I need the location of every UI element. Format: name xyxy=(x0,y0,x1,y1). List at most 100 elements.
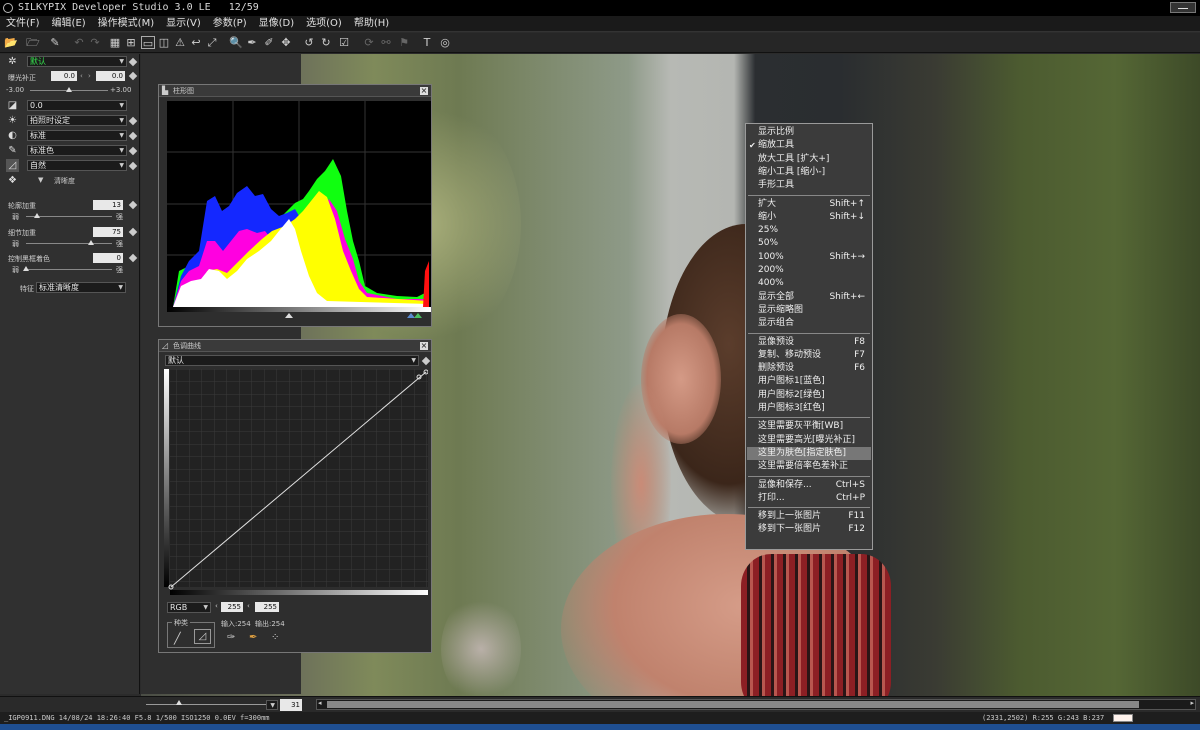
curve-icon[interactable]: ◿ xyxy=(6,159,19,172)
minimize-button[interactable] xyxy=(1170,2,1196,13)
context-menu-item[interactable]: 删除预设 F6 xyxy=(747,362,871,375)
style-diamond-icon[interactable] xyxy=(128,161,138,171)
palette-icon[interactable]: ◎ xyxy=(438,36,452,49)
exposure-input-left[interactable]: 0.0 xyxy=(51,71,77,81)
context-menu-item[interactable]: 缩小工具 [缩小-] xyxy=(747,166,871,179)
redo-icon[interactable]: ↷ xyxy=(88,36,102,49)
rotate-left-icon[interactable]: ↺ xyxy=(302,36,316,49)
menu-options[interactable]: 选项(O) xyxy=(300,16,348,32)
preset-diamond-icon[interactable] xyxy=(128,57,138,67)
back-icon[interactable]: ↩ xyxy=(189,36,203,49)
text-tool-icon[interactable]: T xyxy=(420,36,434,49)
curve-value-b[interactable]: 255 xyxy=(255,602,279,612)
dropper-icon[interactable]: ✒ xyxy=(245,36,259,49)
single-view-icon[interactable]: ▭ xyxy=(141,36,155,50)
detail-slider[interactable] xyxy=(26,243,112,244)
context-menu-item[interactable]: 这里需要高光[曝光补正] xyxy=(747,434,871,447)
exposure-diamond-icon[interactable] xyxy=(128,71,138,81)
context-menu-item[interactable]: 放大工具 [扩大+] xyxy=(747,153,871,166)
scroll-left-icon[interactable]: ◂ xyxy=(318,699,322,707)
preset-dropdown[interactable]: 默认 xyxy=(27,56,127,67)
spin-right-icon[interactable]: › xyxy=(88,72,91,80)
context-menu-item[interactable]: 显像预设 F8 xyxy=(747,336,871,349)
tag-icon[interactable]: ⚑ xyxy=(397,36,411,49)
context-menu-item[interactable]: 复制、移动预设 F7 xyxy=(747,349,871,362)
warning-icon[interactable]: ⚠ xyxy=(173,36,187,49)
false-color-input[interactable]: 0 xyxy=(93,253,123,263)
tone-curve-close-icon[interactable]: × xyxy=(420,342,428,350)
shooting-dropdown[interactable]: 拍照时设定 xyxy=(27,115,127,126)
context-menu-item[interactable]: 400% xyxy=(747,277,871,290)
shooting-diamond-icon[interactable] xyxy=(128,116,138,126)
rotate-right-icon[interactable]: ↻ xyxy=(319,36,333,49)
zoom-dropdown-icon[interactable] xyxy=(266,700,278,710)
exposure-input-right[interactable]: 0.0 xyxy=(96,71,125,81)
menu-view[interactable]: 显示(V) xyxy=(160,16,207,32)
context-menu-item[interactable]: 显示组合 xyxy=(747,317,871,330)
context-menu-item[interactable]: 用户图标2[绿色] xyxy=(747,389,871,402)
context-menu-item[interactable]: 显示缩略图 xyxy=(747,304,871,317)
context-menu-item[interactable]: 这里为肤色[指定肤色] xyxy=(747,446,871,460)
undo-icon[interactable]: ↶ xyxy=(72,36,86,49)
false-color-slider-thumb[interactable] xyxy=(23,266,29,271)
menu-mode[interactable]: 操作模式(M) xyxy=(92,16,160,32)
context-menu-item[interactable]: 100% Shift+→ xyxy=(747,251,871,264)
menu-file[interactable]: 文件(F) xyxy=(0,16,46,32)
color-dropdown[interactable]: 标准色 xyxy=(27,145,127,156)
tone-curve-preset-dropdown[interactable]: 默认 xyxy=(165,355,419,366)
value-b-arrow-icon[interactable]: ‹ xyxy=(247,602,250,610)
tone-diamond-icon[interactable] xyxy=(128,131,138,141)
spin-left-icon[interactable]: ‹ xyxy=(80,72,83,80)
tone-curve-diamond-icon[interactable] xyxy=(421,356,431,366)
checkbox-icon[interactable]: ☑ xyxy=(337,36,351,49)
context-menu-item[interactable]: 显示全部 Shift+← xyxy=(747,291,871,304)
sharpness-icon[interactable]: ❖ xyxy=(6,174,19,187)
context-menu-item[interactable]: 缩小 Shift+↓ xyxy=(747,211,871,224)
histogram-close-icon[interactable]: × xyxy=(420,87,428,95)
channel-dropdown[interactable]: RGB xyxy=(167,602,211,613)
detail-input[interactable]: 75 xyxy=(93,227,123,237)
context-menu-item[interactable]: 手形工具 xyxy=(747,179,871,192)
context-menu-item[interactable]: 25% xyxy=(747,224,871,237)
spline-curve-icon[interactable]: ◿ xyxy=(194,629,211,644)
tone-dropdown[interactable]: 标准 xyxy=(27,130,127,141)
value-a-arrow-icon[interactable]: ‹ xyxy=(215,602,218,610)
scrollbar-thumb[interactable] xyxy=(327,701,1139,708)
context-menu-item[interactable]: 移到下一张图片 F12 xyxy=(747,523,871,536)
zoom-slider-thumb[interactable] xyxy=(176,700,182,705)
detail-slider-thumb[interactable] xyxy=(87,240,94,245)
outline-slider-thumb[interactable] xyxy=(34,213,41,218)
compare-view-icon[interactable]: ◫ xyxy=(157,36,171,49)
zoom-icon[interactable]: 🔍 xyxy=(229,36,243,49)
color-diamond-icon[interactable] xyxy=(128,146,138,156)
sharpness-triangle-icon[interactable]: ▼ xyxy=(38,176,43,184)
menu-develop[interactable]: 显像(D) xyxy=(253,16,301,32)
open-folder-icon[interactable]: 📂 xyxy=(4,36,18,49)
context-menu-item[interactable]: 用户图标1[蓝色] xyxy=(747,375,871,388)
point-tool-icon[interactable]: ⁘ xyxy=(271,632,279,643)
context-menu-item[interactable]: 这里需要倍率色差补正 xyxy=(747,460,871,473)
context-menu-item[interactable]: 打印... Ctrl+P xyxy=(747,492,871,505)
menu-edit[interactable]: 编辑(E) xyxy=(46,16,92,32)
open-folder-alt-icon[interactable]: 🗁 xyxy=(26,36,40,49)
wb-dropper-icon[interactable]: ✐ xyxy=(262,36,276,49)
context-menu-item[interactable]: 这里需要灰平衡[WB] xyxy=(747,420,871,433)
contrast-icon[interactable]: ◐ xyxy=(6,129,19,142)
color-dropper-multi-icon[interactable]: ✒ xyxy=(249,632,257,643)
detail-diamond-icon[interactable] xyxy=(128,227,138,237)
false-color-diamond-icon[interactable] xyxy=(128,253,138,263)
sync-icon[interactable]: ⟳ xyxy=(362,36,376,49)
tone-curve-plot[interactable] xyxy=(164,369,428,597)
color-dropper-icon[interactable]: ✎ xyxy=(6,144,19,157)
wb-icon[interactable]: ◪ xyxy=(6,99,19,112)
black-point-dropper-icon[interactable]: ✑ xyxy=(227,632,235,643)
sun-icon[interactable]: ☀ xyxy=(6,114,19,127)
fullscreen-icon[interactable]: ⤢ xyxy=(205,36,219,49)
thumbnail-view-icon[interactable]: ⊞ xyxy=(124,36,138,49)
style-dropdown[interactable]: 自然 xyxy=(27,160,127,171)
outline-input[interactable]: 13 xyxy=(93,200,123,210)
horizontal-scrollbar[interactable]: ◂ ▸ xyxy=(316,699,1196,710)
context-menu-item[interactable]: 移到上一张图片 F11 xyxy=(747,510,871,523)
context-menu-item[interactable]: 显示比例 xyxy=(747,126,871,139)
gear-icon[interactable]: ✲ xyxy=(6,55,19,68)
